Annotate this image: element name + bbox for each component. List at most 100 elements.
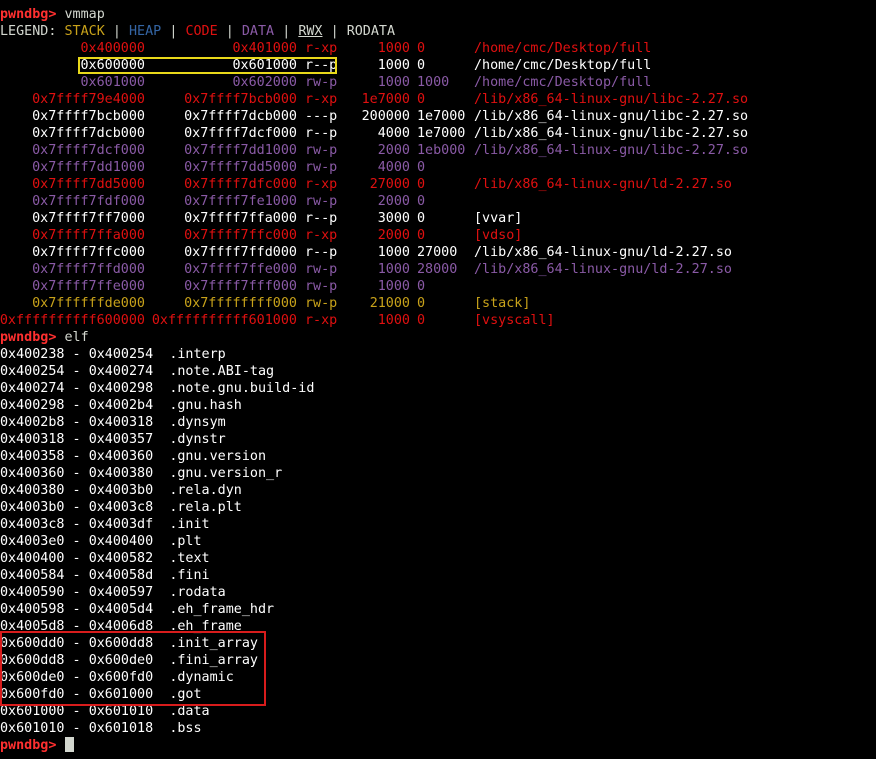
legend-stack: STACK	[64, 24, 105, 39]
section-end: 0x400274	[88, 364, 154, 379]
prompt-label: pwndbg>	[0, 738, 57, 753]
legend-sep: |	[225, 24, 234, 39]
vmmap-perms: r-xp	[305, 92, 338, 107]
vmmap-perms: rw-p	[305, 262, 338, 277]
range-dash: -	[64, 602, 89, 617]
range-dash: -	[64, 585, 89, 600]
section-end: 0x4002b4	[88, 398, 154, 413]
section-name: .data	[169, 704, 210, 719]
vmmap-end: 0x7ffff7ffd000	[184, 245, 297, 260]
range-dash: -	[64, 364, 89, 379]
vmmap-perms: r-xp	[305, 177, 338, 192]
range-dash: -	[64, 347, 89, 362]
vmmap-row: 0x7ffff7ffe000 0x7ffff7fff000 rw-p 1000 0	[0, 278, 876, 295]
vmmap-perms: r--p	[305, 211, 338, 226]
elf-section-row: 0x400400 - 0x400582 .text	[0, 550, 210, 567]
vmmap-start: 0x7ffff7ffe000	[32, 279, 145, 294]
elf-section-row: 0x400318 - 0x400357 .dynstr	[0, 431, 226, 448]
vmmap-offset: 0	[417, 177, 426, 192]
legend-code: CODE	[185, 24, 218, 39]
highlight-box-relro-sections	[0, 631, 266, 706]
section-start: 0x400274	[0, 381, 65, 396]
elf-section-row: 0x400360 - 0x400380 .gnu.version_r	[0, 465, 282, 482]
vmmap-offset: 27000	[417, 245, 458, 260]
section-start: 0x601000	[0, 704, 65, 719]
legend-sep: |	[169, 24, 178, 39]
section-start: 0x400298	[0, 398, 65, 413]
vmmap-perms: rw-p	[305, 143, 338, 158]
section-start: 0x400400	[0, 551, 65, 566]
vmmap-offset: 1e7000	[417, 126, 466, 141]
range-dash: -	[64, 551, 89, 566]
section-end: 0x400360	[88, 449, 154, 464]
section-end: 0x400318	[88, 415, 154, 430]
vmmap-offset: 1e7000	[417, 109, 466, 124]
section-start: 0x400584	[0, 568, 65, 583]
vmmap-row: 0xffffffffff600000 0xffffffffff601000 r-xp…	[0, 312, 876, 329]
elf-section-row: 0x400590 - 0x400597 .rodata	[0, 584, 226, 601]
legend-sep: |	[330, 24, 339, 39]
vmmap-perms: r--p	[305, 126, 338, 141]
vmmap-offset: 1000	[417, 75, 450, 90]
command-text: vmmap	[64, 7, 105, 22]
vmmap-start: 0x7ffff7fdf000	[32, 194, 145, 209]
highlight-box-rodata-mapping	[78, 57, 337, 74]
section-start: 0x4003e0	[0, 534, 65, 549]
vmmap-offset: 0	[417, 313, 426, 328]
vmmap-row: 0x7ffff79e4000 0x7ffff7bcb000 r-xp 1e7000 0 /…	[0, 91, 876, 108]
elf-section-row: 0x400380 - 0x4003b0 .rela.dyn	[0, 482, 242, 499]
section-start: 0x400590	[0, 585, 65, 600]
elf-section-row: 0x4002b8 - 0x400318 .dynsym	[0, 414, 226, 431]
section-start: 0x400380	[0, 483, 65, 498]
vmmap-file: /lib/x86_64-linux-gnu/ld-2.27.so	[474, 245, 732, 260]
section-end: 0x400597	[88, 585, 154, 600]
prompt-line-vmmap: pwndbg> vmmap	[0, 6, 105, 23]
vmmap-end: 0x7ffff7ffa000	[184, 211, 297, 226]
section-name: .init	[169, 517, 210, 532]
vmmap-start: 0x7ffff7bcb000	[32, 109, 145, 124]
vmmap-size: 21000	[369, 296, 410, 311]
vmmap-row: 0x7ffff7bcb000 0x7ffff7dcb000 ---p 200000 1e…	[0, 108, 876, 125]
section-end: 0x4003b0	[88, 483, 154, 498]
vmmap-size: 2000	[377, 143, 410, 158]
vmmap-file: [vdso]	[474, 228, 523, 243]
vmmap-start: 0x7ffff7dcb000	[32, 126, 145, 141]
prompt-label: pwndbg>	[0, 330, 57, 345]
vmmap-file: /lib/x86_64-linux-gnu/libc-2.27.so	[474, 126, 749, 141]
vmmap-row: 0x7ffff7ffc000 0x7ffff7ffd000 r--p 1000 2700…	[0, 244, 876, 261]
prompt-line-final[interactable]: pwndbg>	[0, 737, 74, 754]
section-start: 0x4003b0	[0, 500, 65, 515]
terminal-window[interactable]: pwndbg> vmmap LEGEND: STACK | HEAP | COD…	[0, 0, 876, 759]
range-dash: -	[64, 704, 89, 719]
vmmap-size: 1000	[377, 58, 410, 73]
range-dash: -	[64, 466, 89, 481]
vmmap-end: 0x7ffffffff000	[184, 296, 297, 311]
legend-sep: |	[112, 24, 121, 39]
elf-section-row: 0x400358 - 0x400360 .gnu.version	[0, 448, 266, 465]
vmmap-row: 0x7ffff7ffd000 0x7ffff7ffe000 rw-p 1000 2800…	[0, 261, 876, 278]
range-dash: -	[64, 415, 89, 430]
vmmap-file: /lib/x86_64-linux-gnu/ld-2.27.so	[474, 262, 732, 277]
section-name: .bss	[169, 721, 202, 736]
elf-section-row: 0x4003e0 - 0x400400 .plt	[0, 533, 202, 550]
vmmap-start: 0x7ffff7ffc000	[32, 245, 145, 260]
vmmap-file: /lib/x86_64-linux-gnu/ld-2.27.so	[474, 177, 732, 192]
vmmap-end: 0xffffffffff601000	[151, 313, 297, 328]
vmmap-size: 1000	[377, 75, 410, 90]
section-name: .gnu.version	[169, 449, 267, 464]
vmmap-end: 0x7ffff7dcb000	[184, 109, 297, 124]
vmmap-size: 4000	[377, 126, 410, 141]
vmmap-offset: 0	[417, 296, 426, 311]
range-dash: -	[64, 721, 89, 736]
section-end: 0x400298	[88, 381, 154, 396]
vmmap-perms: r--p	[305, 245, 338, 260]
section-name: .note.ABI-tag	[169, 364, 275, 379]
section-end: 0x400582	[88, 551, 154, 566]
vmmap-end: 0x602000	[232, 75, 298, 90]
elf-section-row: 0x400584 - 0x40058d .fini	[0, 567, 210, 584]
vmmap-file: [stack]	[474, 296, 531, 311]
vmmap-offset: 0	[417, 160, 426, 175]
vmmap-end: 0x7ffff7fff000	[184, 279, 297, 294]
legend-rwx: RWX	[298, 24, 323, 39]
vmmap-perms: rw-p	[305, 279, 338, 294]
